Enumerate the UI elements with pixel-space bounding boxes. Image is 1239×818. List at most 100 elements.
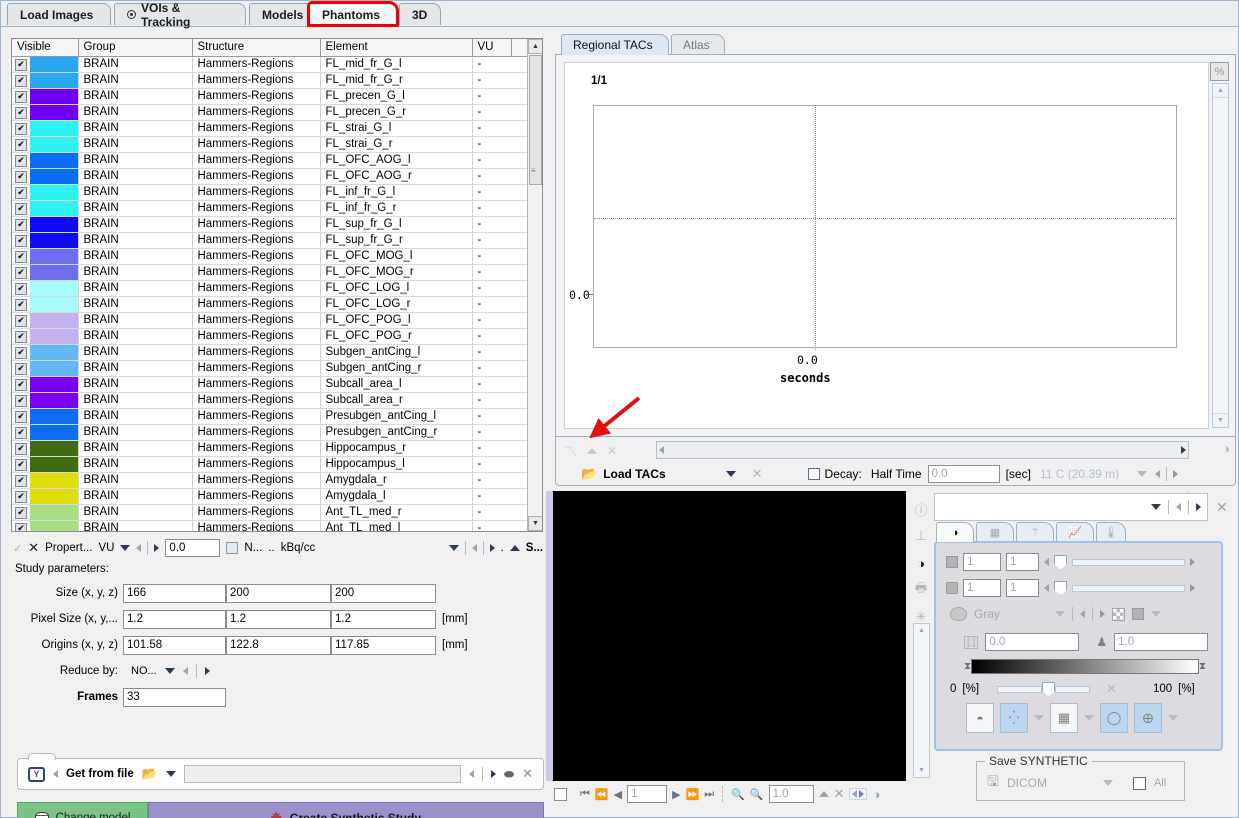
table-row[interactable]: BRAINHammers-RegionsFL_precen_G_r- <box>12 104 529 121</box>
get-from-file-input[interactable] <box>183 765 461 783</box>
viewer-nav-group[interactable] <box>849 788 868 800</box>
series-dropdown-icon[interactable] <box>1151 504 1161 510</box>
table-row[interactable]: BRAINHammers-RegionsFL_precen_G_l- <box>12 88 529 105</box>
decay-checkbox[interactable] <box>807 468 820 480</box>
table-row[interactable]: BRAINHammers-RegionsFL_OFC_MOG_r- <box>12 264 529 281</box>
size-z-input[interactable] <box>331 583 436 603</box>
viewer-close-icon[interactable]: ✕ <box>834 786 845 802</box>
cell-visible[interactable] <box>12 296 79 313</box>
visible-checkbox[interactable] <box>15 186 27 199</box>
colortable-dropdown-icon[interactable] <box>1055 611 1066 617</box>
slice-from-input-1[interactable] <box>963 553 1001 571</box>
vu-value-input[interactable] <box>165 539 221 557</box>
column-header-group[interactable]: Group <box>78 39 193 57</box>
tac-field-extra-icon[interactable]: ◑ <box>1222 441 1230 456</box>
table-row[interactable]: BRAINHammers-RegionsFL_sup_fr_G_r- <box>12 232 529 249</box>
color-swatch[interactable] <box>30 168 77 183</box>
table-row[interactable]: BRAINHammers-RegionsAnt_TL_med_l- <box>12 520 529 531</box>
vois-table-scrollbar[interactable]: ▲ ≡ ▼ <box>527 39 542 531</box>
color-swatch[interactable] <box>30 360 77 375</box>
size-y-input[interactable] <box>226 583 331 603</box>
tab-atlas[interactable]: Atlas <box>671 34 725 55</box>
s-label[interactable]: S... <box>526 542 543 554</box>
check-icon[interactable]: ✓ <box>13 542 22 555</box>
table-row[interactable]: BRAINHammers-RegionsHippocampus_l- <box>12 456 529 473</box>
color-swatch[interactable] <box>30 312 77 327</box>
next-arrow-icon[interactable] <box>154 544 160 552</box>
load-tacs-label[interactable]: Load TACs <box>603 467 665 481</box>
column-header-element[interactable]: Element <box>320 39 473 57</box>
slice-slider-knob-2[interactable] <box>1054 580 1067 596</box>
zoom-out-icon[interactable]: 🔍 <box>750 788 764 801</box>
lightbulb-icon[interactable]: ♟ <box>1096 635 1107 649</box>
next-arrow-icon-2[interactable] <box>489 544 495 552</box>
solid-square-icon[interactable] <box>1132 608 1145 620</box>
cell-visible[interactable] <box>12 328 79 345</box>
table-row[interactable]: BRAINHammers-RegionsHippocampus_r- <box>12 440 529 457</box>
square-icon[interactable] <box>554 787 567 801</box>
color-swatch[interactable] <box>30 472 77 487</box>
series-next-icon[interactable] <box>1196 503 1201 511</box>
size-x-input[interactable] <box>123 583 226 603</box>
reduce-dropdown-icon[interactable] <box>164 668 175 674</box>
isotope-prev-icon[interactable] <box>1155 470 1161 478</box>
checker-icon[interactable] <box>1112 607 1126 621</box>
visible-checkbox[interactable] <box>15 426 27 439</box>
reduce-prev-icon[interactable] <box>182 667 188 675</box>
open-folder-icon[interactable]: 📂 <box>142 766 158 782</box>
properties-label[interactable]: Propert... <box>45 542 92 554</box>
table-row[interactable]: BRAINHammers-RegionsSubgen_antCing_r- <box>12 360 529 377</box>
visible-checkbox[interactable] <box>15 58 27 71</box>
visible-checkbox[interactable] <box>15 490 27 503</box>
strip-scrollbar[interactable]: ▲ ▼ <box>913 623 930 778</box>
info-icon[interactable]: ⓘ <box>912 500 930 518</box>
getfile-close-icon[interactable]: ✕ <box>522 766 533 782</box>
slice-prev-icon-2[interactable] <box>1044 584 1049 592</box>
visible-checkbox[interactable] <box>15 154 27 167</box>
reduce-next-icon[interactable] <box>204 667 210 675</box>
close-icon[interactable]: ✕ <box>28 540 39 556</box>
color-swatch[interactable] <box>30 56 77 71</box>
cell-visible[interactable] <box>12 504 79 521</box>
cell-visible[interactable] <box>12 56 79 73</box>
table-row[interactable]: BRAINHammers-RegionsAmygdala_r- <box>12 472 529 489</box>
cell-visible[interactable] <box>12 72 79 89</box>
cell-visible[interactable] <box>12 152 79 169</box>
tac-field-prev-icon[interactable] <box>659 446 664 454</box>
percent-slider-track-left[interactable] <box>997 685 1043 693</box>
print-icon[interactable]: 🖶 <box>912 580 930 599</box>
color-swatch[interactable] <box>30 520 77 531</box>
visible-checkbox[interactable] <box>15 218 27 231</box>
visible-checkbox[interactable] <box>15 522 27 531</box>
load-tacs-dropdown-icon[interactable] <box>725 471 736 477</box>
color-swatch[interactable] <box>30 424 77 439</box>
prev-frame-icon[interactable]: ◀ <box>614 788 622 801</box>
chart-scrollbar[interactable]: ▲ ▼ <box>1212 83 1229 428</box>
table-row[interactable]: BRAINHammers-RegionsFL_mid_fr_G_r- <box>12 72 529 89</box>
tac-field-next-icon[interactable] <box>1181 446 1186 454</box>
visible-checkbox[interactable] <box>15 74 27 87</box>
table-row[interactable]: BRAINHammers-RegionsSubgen_antCing_l- <box>12 344 529 361</box>
table-row[interactable]: BRAINHammers-RegionsFL_OFC_AOG_r- <box>12 168 529 185</box>
cell-visible[interactable] <box>12 440 79 457</box>
visible-checkbox[interactable] <box>15 474 27 487</box>
save-format-label[interactable]: DICOM <box>1007 776 1047 790</box>
half-time-input[interactable] <box>927 465 1000 483</box>
visible-checkbox[interactable] <box>15 122 27 135</box>
change-model-button[interactable]: Change model <box>17 802 148 818</box>
curve-close-icon[interactable]: ✕ <box>607 444 617 458</box>
isotope-next-icon[interactable] <box>1173 470 1179 478</box>
contrast-icon[interactable]: ◑ <box>912 554 930 572</box>
colortable-label[interactable]: Gray <box>974 607 1000 621</box>
load-tacs-close-icon[interactable]: ✕ <box>752 466 763 482</box>
cell-visible[interactable] <box>12 360 79 377</box>
tab-3d[interactable]: 3D <box>399 3 441 25</box>
color-swatch[interactable] <box>30 504 77 519</box>
settings-tab-layout[interactable]: ▦ <box>976 522 1014 542</box>
color-swatch[interactable] <box>30 344 77 359</box>
table-row[interactable]: BRAINHammers-RegionsFL_strai_G_r- <box>12 136 529 153</box>
column-header-visible[interactable]: Visible <box>12 39 79 57</box>
table-row[interactable]: BRAINHammers-RegionsFL_OFC_POG_r- <box>12 328 529 345</box>
table-row[interactable]: BRAINHammers-RegionsFL_mid_fr_G_l- <box>12 56 529 73</box>
cell-visible[interactable] <box>12 104 79 121</box>
